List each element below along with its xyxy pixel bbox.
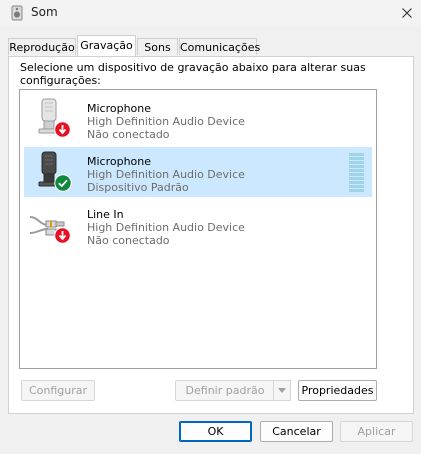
tab-gravacao[interactable]: Gravação: [77, 35, 136, 56]
speaker-app-icon: [11, 5, 23, 21]
configure-button[interactable]: Configurar: [21, 380, 95, 401]
device-driver: High Definition Audio Device: [87, 115, 245, 128]
list-item-microphone-1[interactable]: Microphone High Definition Audio Device …: [24, 94, 372, 144]
apply-button[interactable]: Aplicar: [340, 421, 413, 442]
tab-sons[interactable]: Sons: [137, 38, 178, 55]
tab-reproducao[interactable]: Reprodução: [8, 38, 76, 55]
set-default-dropdown[interactable]: [273, 380, 291, 401]
chevron-down-icon: [278, 388, 286, 393]
device-name: Microphone: [87, 102, 152, 115]
sound-dialog: Som Reprodução Gravação Sons Comunicaçõe…: [0, 0, 421, 454]
close-icon: [401, 8, 412, 18]
device-driver: High Definition Audio Device: [87, 221, 245, 234]
device-name: Microphone: [87, 155, 152, 168]
close-button[interactable]: [392, 0, 421, 26]
device-list[interactable]: Microphone High Definition Audio Device …: [19, 89, 377, 369]
ok-button[interactable]: OK: [179, 421, 252, 442]
device-status: Não conectado: [87, 128, 170, 141]
cancel-button[interactable]: Cancelar: [260, 421, 333, 442]
disconnected-badge-icon: [54, 227, 71, 244]
tab-comunicacoes[interactable]: Comunicações: [179, 38, 260, 55]
instruction-text: Selecione um dispositivo de gravação aba…: [20, 61, 366, 87]
device-status: Dispositivo Padrão: [87, 181, 189, 194]
properties-button[interactable]: Propriedades: [298, 380, 377, 401]
set-default-button[interactable]: Definir padrão: [175, 380, 274, 401]
default-device-check-icon: [54, 174, 72, 192]
disconnected-badge-icon: [54, 121, 71, 138]
device-status: Não conectado: [87, 234, 170, 247]
window-title: Som: [31, 5, 58, 19]
title-bar[interactable]: Som: [0, 0, 421, 26]
list-item-line-in[interactable]: Line In High Definition Audio Device Não…: [24, 200, 372, 250]
list-item-microphone-2[interactable]: Microphone High Definition Audio Device …: [24, 147, 372, 197]
device-driver: High Definition Audio Device: [87, 168, 245, 181]
level-meter: [349, 153, 364, 193]
device-name: Line In: [87, 208, 124, 221]
